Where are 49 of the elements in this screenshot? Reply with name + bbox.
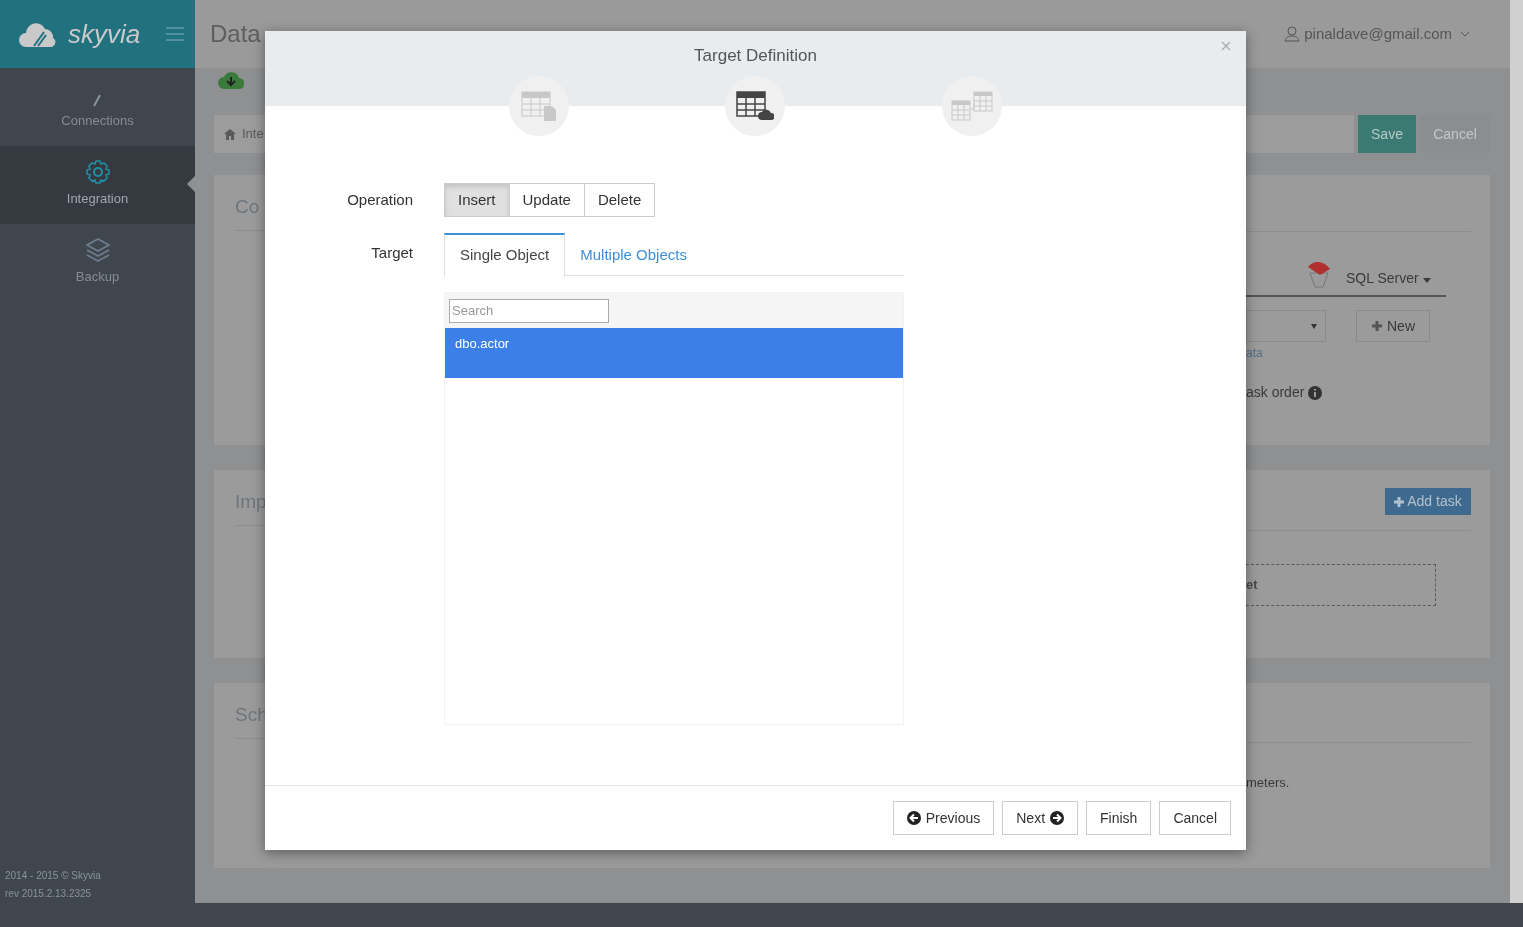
gear-icon [84, 158, 111, 185]
footer-text: rev 2015.2.13.2325 [5, 887, 93, 901]
operation-option[interactable]: Delete [583, 183, 656, 217]
footer-text: 2014 - 2015 © Skyvia [5, 869, 102, 883]
user-icon [1284, 26, 1301, 42]
user-menu[interactable]: pinaldave@gmail.com [1284, 22, 1470, 46]
cloud-download-icon[interactable] [218, 71, 244, 89]
save-button[interactable]: Save [1358, 115, 1416, 153]
layers-icon [84, 236, 111, 263]
schedule-note: meters. [1246, 774, 1291, 792]
menu-icon[interactable] [166, 27, 185, 41]
caret-icon [1422, 278, 1431, 283]
arrow-left-icon [906, 811, 921, 825]
logo-text: skyvia [68, 17, 141, 51]
plus-icon [1394, 496, 1405, 507]
next-button[interactable]: Next [1002, 801, 1079, 835]
dialog-title: Target Definition [694, 45, 817, 67]
operation-label: Operation [346, 189, 413, 210]
table-cloud-icon [736, 91, 774, 121]
plus-icon [1371, 320, 1383, 332]
target-tab[interactable]: Multiple Objects [565, 233, 702, 277]
dialog-button[interactable]: Finish [1086, 801, 1152, 835]
new-button[interactable]: New [1356, 310, 1430, 342]
target-tab[interactable]: Single Object [444, 233, 566, 277]
scrollbar[interactable] [1510, 0, 1523, 903]
home-icon [224, 128, 236, 140]
info-icon [1308, 385, 1323, 400]
dialog-button[interactable]: Cancel [1159, 801, 1231, 835]
chevron-down-icon [1460, 31, 1470, 37]
arrow-right-icon [1050, 811, 1065, 825]
target-label: Target [370, 243, 413, 263]
page-title: Data [210, 19, 261, 49]
sidebar-item[interactable]: Integration [0, 146, 195, 224]
operation-option[interactable]: Update [508, 183, 585, 217]
table-file-icon [521, 91, 557, 121]
breadcrumb-link[interactable]: Inte [242, 124, 264, 144]
select-field[interactable] [1246, 310, 1326, 342]
close-icon[interactable] [1221, 41, 1231, 51]
table-mapping-icon [951, 91, 993, 121]
database-icon [1306, 259, 1332, 289]
sidebar-item[interactable]: Connections [0, 68, 195, 146]
object-row[interactable]: dbo.actor [445, 328, 903, 378]
option-label: ask order [1246, 383, 1305, 402]
add-task-button[interactable]: Add task [1385, 488, 1471, 515]
previous-button[interactable]: Previous [892, 801, 995, 835]
caret-icon [1311, 323, 1317, 329]
operation-option[interactable]: Insert [444, 183, 510, 217]
sidebar-item[interactable]: Backup [0, 224, 195, 302]
search-field[interactable]: Search [449, 298, 609, 323]
